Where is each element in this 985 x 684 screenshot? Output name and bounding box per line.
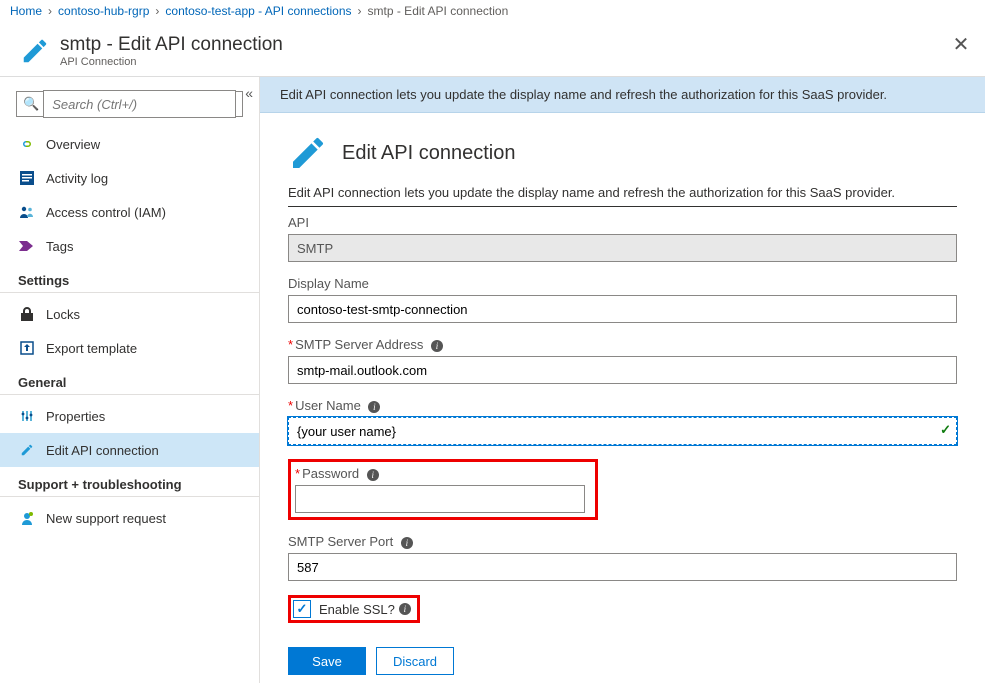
username-field[interactable] [288, 417, 957, 445]
sidebar-item-label: Edit API connection [46, 443, 159, 458]
password-label: *Password i [295, 466, 591, 481]
info-icon[interactable]: i [431, 340, 443, 352]
chevron-right-icon: › [48, 4, 52, 18]
server-field[interactable] [288, 356, 957, 384]
ssl-label: Enable SSL? [319, 602, 395, 617]
log-icon [18, 169, 36, 187]
sidebar-item-label: Activity log [46, 171, 108, 186]
page-title: smtp - Edit API connection [60, 34, 283, 56]
ssl-checkbox[interactable]: ✓ [293, 600, 311, 618]
check-icon: ✓ [940, 422, 951, 438]
username-label: *User Name i [288, 398, 957, 413]
export-icon [18, 339, 36, 357]
sidebar-item-label: Export template [46, 341, 137, 356]
sidebar-item-access-control[interactable]: Access control (IAM) [0, 195, 259, 229]
collapse-sidebar-button[interactable]: « [245, 85, 253, 101]
edit-icon [18, 441, 36, 459]
highlight-password: *Password i [288, 459, 598, 520]
sidebar-item-overview[interactable]: Overview [0, 127, 259, 161]
breadcrumb-item[interactable]: Home [10, 4, 42, 18]
sidebar: « 🔍 Overview Activity log Access control… [0, 77, 260, 683]
info-banner: Edit API connection lets you update the … [260, 77, 985, 113]
sidebar-item-label: New support request [46, 511, 166, 526]
sidebar-item-properties[interactable]: Properties [0, 399, 259, 433]
support-icon [18, 509, 36, 527]
breadcrumb: Home › contoso-hub-rgrp › contoso-test-a… [0, 0, 985, 22]
lock-icon [18, 305, 36, 323]
breadcrumb-item[interactable]: contoso-test-app - API connections [165, 4, 351, 18]
breadcrumb-current: smtp - Edit API connection [368, 4, 509, 18]
sidebar-item-new-support-request[interactable]: New support request [0, 501, 259, 535]
page-subtitle: API Connection [60, 56, 283, 68]
close-button[interactable]: ✕ [951, 36, 971, 56]
blade-header: smtp - Edit API connection API Connectio… [0, 22, 985, 77]
info-icon[interactable]: i [401, 537, 413, 549]
discard-button[interactable]: Discard [376, 647, 454, 675]
properties-icon [18, 407, 36, 425]
displayname-field[interactable] [288, 295, 957, 323]
sidebar-section-general: General [0, 365, 259, 395]
form-description: Edit API connection lets you update the … [288, 185, 957, 207]
api-field [288, 234, 957, 262]
edit-icon [20, 36, 50, 66]
save-button[interactable]: Save [288, 647, 366, 675]
info-icon[interactable]: i [399, 603, 411, 615]
form-heading: Edit API connection [342, 142, 515, 165]
sidebar-section-settings: Settings [0, 263, 259, 293]
port-field[interactable] [288, 553, 957, 581]
password-field[interactable] [295, 485, 585, 513]
main-content: Edit API connection lets you update the … [260, 77, 985, 683]
people-icon [18, 203, 36, 221]
search-icon: 🔍 [23, 96, 39, 112]
sidebar-item-label: Tags [46, 239, 73, 254]
link-icon [18, 135, 36, 153]
sidebar-item-label: Properties [46, 409, 105, 424]
api-label: API [288, 215, 957, 230]
info-icon[interactable]: i [367, 469, 379, 481]
sidebar-item-label: Overview [46, 137, 100, 152]
info-icon[interactable]: i [368, 401, 380, 413]
sidebar-item-export-template[interactable]: Export template [0, 331, 259, 365]
search-box[interactable]: 🔍 [16, 91, 243, 117]
sidebar-item-activity-log[interactable]: Activity log [0, 161, 259, 195]
search-input[interactable] [43, 90, 236, 118]
port-label: SMTP Server Port i [288, 534, 957, 549]
edit-icon [288, 133, 328, 173]
displayname-label: Display Name [288, 276, 957, 291]
breadcrumb-item[interactable]: contoso-hub-rgrp [58, 4, 149, 18]
sidebar-section-support: Support + troubleshooting [0, 467, 259, 497]
sidebar-item-edit-api-connection[interactable]: Edit API connection [0, 433, 259, 467]
highlight-ssl: ✓ Enable SSL? i [288, 595, 420, 623]
sidebar-item-locks[interactable]: Locks [0, 297, 259, 331]
sidebar-item-label: Locks [46, 307, 80, 322]
sidebar-item-tags[interactable]: Tags [0, 229, 259, 263]
chevron-right-icon: › [358, 4, 362, 18]
tags-icon [18, 237, 36, 255]
sidebar-item-label: Access control (IAM) [46, 205, 166, 220]
chevron-right-icon: › [155, 4, 159, 18]
server-label: *SMTP Server Address i [288, 337, 957, 352]
